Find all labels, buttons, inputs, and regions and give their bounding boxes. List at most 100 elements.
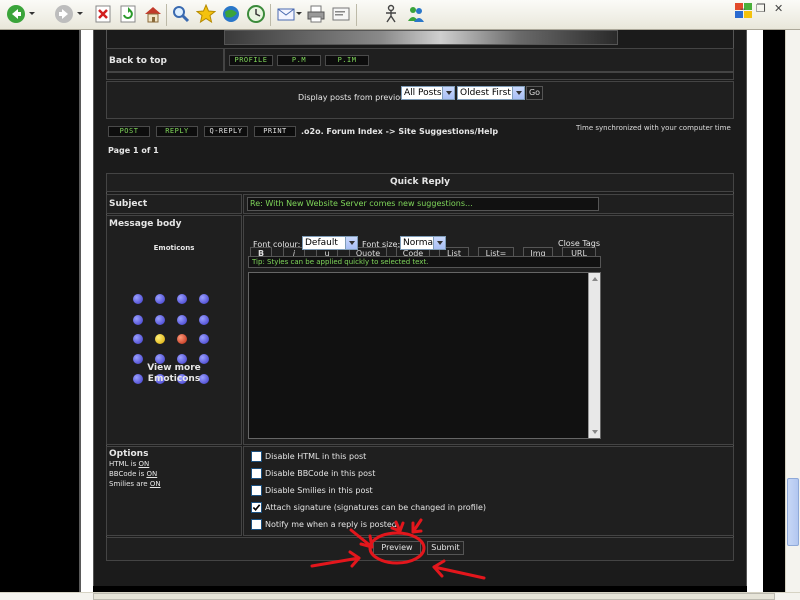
close-button[interactable]: ✕ bbox=[774, 2, 783, 15]
emoticon-icon[interactable] bbox=[177, 334, 187, 344]
chevron-down-icon bbox=[512, 87, 524, 99]
back-to-top-link[interactable]: Back to top bbox=[109, 56, 167, 66]
favorites-icon[interactable] bbox=[196, 4, 216, 24]
edit-icon[interactable] bbox=[331, 4, 351, 24]
media-icon[interactable] bbox=[221, 4, 241, 24]
back-icon[interactable] bbox=[6, 4, 26, 24]
disable-bbcode-checkbox[interactable] bbox=[251, 468, 262, 479]
message-body-label-cell: Message body Emoticons View more Emotico… bbox=[106, 215, 242, 445]
disable-smilies-checkbox[interactable] bbox=[251, 485, 262, 496]
print-button[interactable]: PRINT bbox=[254, 126, 296, 137]
bbcode-status: BBCode is ON bbox=[109, 470, 158, 478]
right-margin bbox=[763, 30, 785, 592]
users-icon[interactable] bbox=[406, 4, 426, 24]
font-size-label: Font size: bbox=[362, 240, 401, 249]
emoticon-icon[interactable] bbox=[155, 315, 165, 325]
font-colour-select[interactable]: Default bbox=[302, 236, 358, 250]
display-posts-row: Display posts from previous: All Posts O… bbox=[106, 81, 734, 119]
font-colour-label: Font colour: bbox=[253, 240, 301, 249]
stop-icon[interactable] bbox=[93, 4, 113, 24]
post-action-cell: PROFILE P.M P.IM bbox=[224, 48, 734, 72]
message-body-label: Message body bbox=[109, 219, 182, 229]
emoticon-icon[interactable] bbox=[155, 334, 165, 344]
close-tags-link[interactable]: Close Tags bbox=[558, 239, 600, 248]
refresh-icon[interactable] bbox=[118, 4, 138, 24]
smilies-status-link[interactable]: ON bbox=[150, 480, 161, 488]
minimize-button[interactable]: – bbox=[740, 2, 746, 15]
checkmark-icon bbox=[252, 504, 261, 511]
emoticon-icon[interactable] bbox=[133, 294, 143, 304]
subject-input-cell: Re: With New Website Server comes new su… bbox=[243, 194, 734, 214]
horizontal-scrollbar[interactable] bbox=[0, 592, 800, 600]
home-icon[interactable] bbox=[143, 4, 163, 24]
view-more-emoticons-link-2[interactable]: Emoticons bbox=[107, 374, 241, 384]
forward-icon[interactable] bbox=[54, 4, 74, 24]
window-controls: – ❐ ✕ bbox=[740, 2, 792, 16]
emoticon-icon[interactable] bbox=[155, 294, 165, 304]
emoticon-icon[interactable] bbox=[177, 294, 187, 304]
right-strip bbox=[747, 30, 763, 592]
left-margin bbox=[0, 30, 79, 592]
profile-button[interactable]: PROFILE bbox=[229, 55, 273, 66]
breadcrumb[interactable]: .o2o. Forum Index -> Site Suggestions/He… bbox=[301, 127, 498, 136]
scroll-down-icon[interactable] bbox=[592, 430, 598, 434]
pm-button[interactable]: P.M bbox=[277, 55, 321, 66]
pim-button[interactable]: P.IM bbox=[325, 55, 369, 66]
display-posts-label: Display posts from previous: bbox=[298, 93, 413, 102]
back-dropdown-icon[interactable] bbox=[29, 12, 35, 15]
font-size-select[interactable]: Normal bbox=[400, 236, 446, 250]
emoticon-icon[interactable] bbox=[199, 334, 209, 344]
annotation-arrows bbox=[310, 518, 486, 580]
emoticon-icon[interactable] bbox=[133, 334, 143, 344]
subject-label-cell: Subject bbox=[106, 194, 242, 214]
helpline-tip: Tip: Styles can be applied quickly to se… bbox=[248, 256, 601, 268]
disable-html-label: Disable HTML in this post bbox=[265, 452, 367, 461]
textarea-scrollbar[interactable] bbox=[588, 273, 600, 438]
disable-bbcode-label: Disable BBCode in this post bbox=[265, 469, 376, 478]
emoticon-icon[interactable] bbox=[199, 294, 209, 304]
mail-dropdown-icon[interactable] bbox=[296, 12, 302, 15]
options-label: Options bbox=[109, 449, 149, 459]
view-more-emoticons-link[interactable]: View more bbox=[107, 363, 241, 373]
attach-signature-checkbox[interactable] bbox=[251, 502, 262, 513]
horizontal-scroll-thumb[interactable] bbox=[93, 593, 775, 600]
message-textarea[interactable] bbox=[248, 272, 601, 439]
reply-button[interactable]: REPLY bbox=[156, 126, 198, 137]
notify-reply-checkbox[interactable] bbox=[251, 519, 262, 530]
html-status: HTML is ON bbox=[109, 460, 150, 468]
messenger-icon[interactable] bbox=[381, 4, 401, 24]
options-label-cell: Options HTML is ON BBCode is ON Smilies … bbox=[106, 446, 242, 536]
sort-order-select[interactable]: Oldest First bbox=[457, 86, 525, 100]
history-icon[interactable] bbox=[246, 4, 266, 24]
emoticons-label: Emoticons bbox=[153, 244, 195, 252]
quick-reply-header: Quick Reply bbox=[106, 173, 734, 192]
bbcode-status-link[interactable]: ON bbox=[146, 470, 157, 478]
search-icon[interactable] bbox=[171, 4, 191, 24]
display-period-select[interactable]: All Posts bbox=[401, 86, 455, 100]
forward-dropdown-icon[interactable] bbox=[77, 12, 83, 15]
subject-input[interactable]: Re: With New Website Server comes new su… bbox=[247, 197, 599, 211]
mail-icon[interactable] bbox=[276, 4, 296, 24]
chevron-down-icon bbox=[433, 237, 445, 249]
html-status-link[interactable]: ON bbox=[139, 460, 150, 468]
back-to-top-cell: Back to top bbox=[106, 48, 224, 72]
vertical-scrollbar[interactable] bbox=[785, 30, 800, 592]
browser-toolbar: – ❐ ✕ bbox=[0, 0, 800, 30]
print-icon[interactable] bbox=[306, 4, 326, 24]
chevron-down-icon bbox=[442, 87, 454, 99]
post-frame bbox=[106, 30, 734, 48]
spacer-row bbox=[106, 72, 734, 80]
smilies-status: Smilies are ON bbox=[109, 480, 161, 488]
vertical-scroll-thumb[interactable] bbox=[787, 478, 799, 546]
restore-button[interactable]: ❐ bbox=[756, 2, 766, 15]
left-strip bbox=[81, 30, 93, 592]
emoticon-icon[interactable] bbox=[199, 315, 209, 325]
emoticon-icon[interactable] bbox=[177, 315, 187, 325]
quick-reply-button[interactable]: Q-REPLY bbox=[204, 126, 248, 137]
go-button[interactable]: Go bbox=[526, 86, 543, 100]
scroll-up-icon[interactable] bbox=[592, 277, 598, 281]
post-button[interactable]: POST bbox=[108, 126, 150, 137]
disable-html-checkbox[interactable] bbox=[251, 451, 262, 462]
forum-page: Back to top PROFILE P.M P.IM Display pos… bbox=[93, 30, 747, 586]
emoticon-icon[interactable] bbox=[133, 315, 143, 325]
